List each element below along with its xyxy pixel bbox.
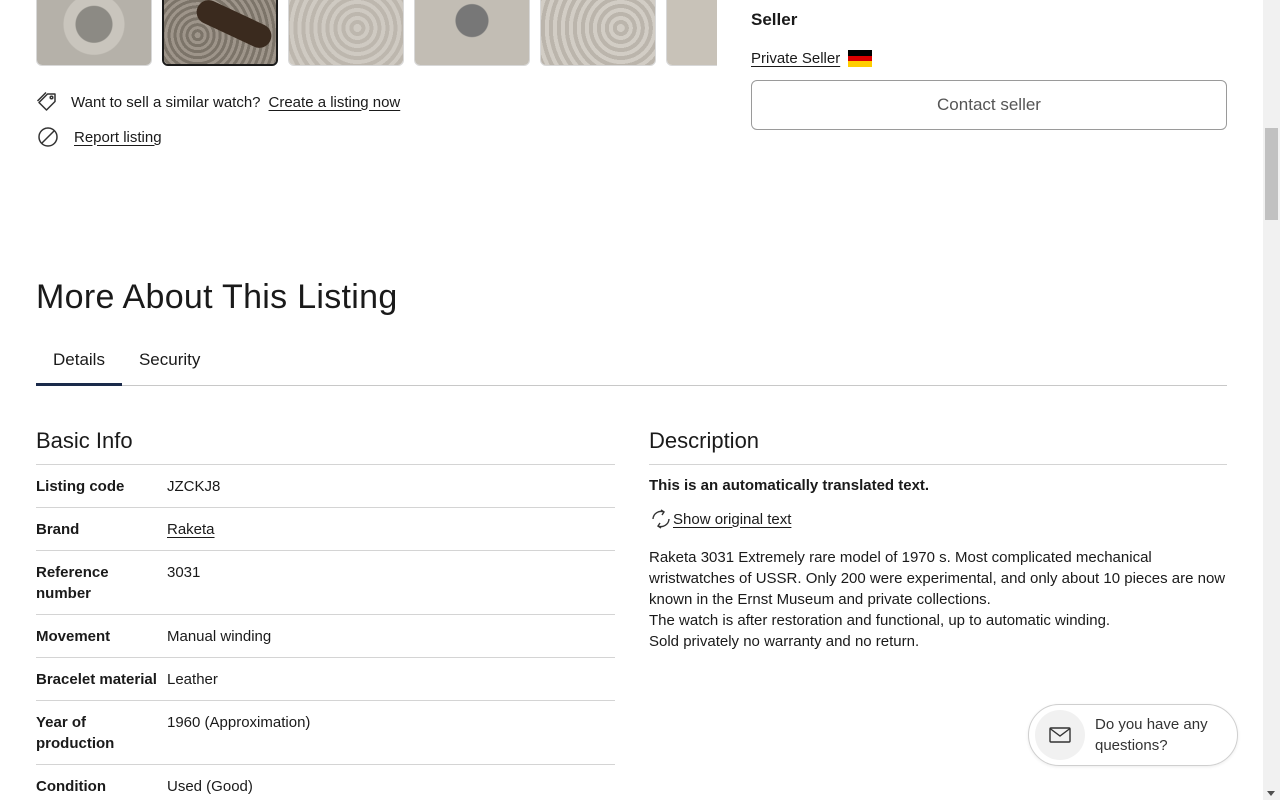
questions-chat-button[interactable]: Do you have any questions? xyxy=(1028,704,1238,766)
table-row: Year of production 1960 (Approximation) xyxy=(36,701,615,765)
row-value: JZCKJ8 xyxy=(167,478,221,495)
translation-note: This is an automatically translated text… xyxy=(649,477,930,494)
seller-info: Private Seller xyxy=(751,50,873,68)
tabs: Details Security xyxy=(36,340,1227,386)
block-icon xyxy=(36,125,60,149)
seller-name-link[interactable]: Private Seller xyxy=(751,50,840,67)
tab-security[interactable]: Security xyxy=(122,340,217,386)
table-row: Movement Manual winding xyxy=(36,615,615,658)
create-listing-link[interactable]: Create a listing now xyxy=(269,94,401,111)
description-panel: This is an automatically translated text… xyxy=(649,464,1227,652)
brand-link[interactable]: Raketa xyxy=(167,521,215,538)
row-key: Reference number xyxy=(36,564,109,602)
row-value: Manual winding xyxy=(167,628,272,645)
table-row: Bracelet material Leather xyxy=(36,658,615,701)
sell-similar-row: Want to sell a similar watch? Create a l… xyxy=(36,90,400,114)
description-line: Raketa 3031 Extremely rare model of 1970… xyxy=(649,549,1226,608)
contact-seller-button[interactable]: Contact seller xyxy=(751,80,1227,130)
thumbnail-2[interactable] xyxy=(162,0,278,66)
table-row: Condition Used (Good) xyxy=(36,765,615,800)
description-title: Description xyxy=(649,428,760,453)
chat-text: Do you have any questions? xyxy=(1095,716,1208,754)
thumbnail-strip xyxy=(36,0,717,67)
row-value: 3031 xyxy=(167,564,201,581)
row-key: Brand xyxy=(36,521,80,538)
envelope-icon xyxy=(1035,710,1085,760)
row-key: Bracelet material xyxy=(36,671,157,688)
thumbnail-5[interactable] xyxy=(540,0,656,66)
germany-flag-icon xyxy=(848,50,873,68)
thumbnail-4[interactable] xyxy=(414,0,530,66)
refresh-icon xyxy=(649,507,673,531)
basic-info-table: Listing code JZCKJ8 Brand Raketa Referen… xyxy=(36,464,615,800)
description-body: Raketa 3031 Extremely rare model of 1970… xyxy=(649,547,1227,652)
row-key: Condition xyxy=(36,778,106,795)
tab-details[interactable]: Details xyxy=(36,340,122,386)
table-row: Listing code JZCKJ8 xyxy=(36,465,615,508)
report-listing-link[interactable]: Report listing xyxy=(74,129,162,146)
seller-heading: Seller xyxy=(751,10,798,29)
row-key: Listing code xyxy=(36,478,125,495)
sell-similar-text: Want to sell a similar watch? xyxy=(71,93,261,111)
row-value: Used (Good) xyxy=(167,778,253,795)
basic-info-title: Basic Info xyxy=(36,428,133,453)
row-key: Year of production xyxy=(36,714,115,752)
row-key: Movement xyxy=(36,628,111,645)
report-row: Report listing xyxy=(36,125,162,149)
section-title: More About This Listing xyxy=(36,278,398,316)
page-scrollbar[interactable] xyxy=(1263,0,1280,800)
thumbnail-6[interactable] xyxy=(666,0,717,66)
show-original-row: Show original text xyxy=(649,507,1227,531)
scroll-down-arrow-icon[interactable] xyxy=(1267,791,1275,796)
price-tag-icon xyxy=(36,90,60,114)
show-original-link[interactable]: Show original text xyxy=(673,511,791,528)
row-value: 1960 (Approximation) xyxy=(167,714,311,731)
row-value: Leather xyxy=(167,671,218,688)
description-line: The watch is after restoration and funct… xyxy=(649,612,1111,629)
table-row: Brand Raketa xyxy=(36,508,615,551)
description-line: Sold privately no warranty and no return… xyxy=(649,633,920,650)
scrollbar-thumb[interactable] xyxy=(1265,128,1278,220)
thumbnail-1[interactable] xyxy=(36,0,152,66)
table-row: Reference number 3031 xyxy=(36,551,615,615)
thumbnail-3[interactable] xyxy=(288,0,404,66)
